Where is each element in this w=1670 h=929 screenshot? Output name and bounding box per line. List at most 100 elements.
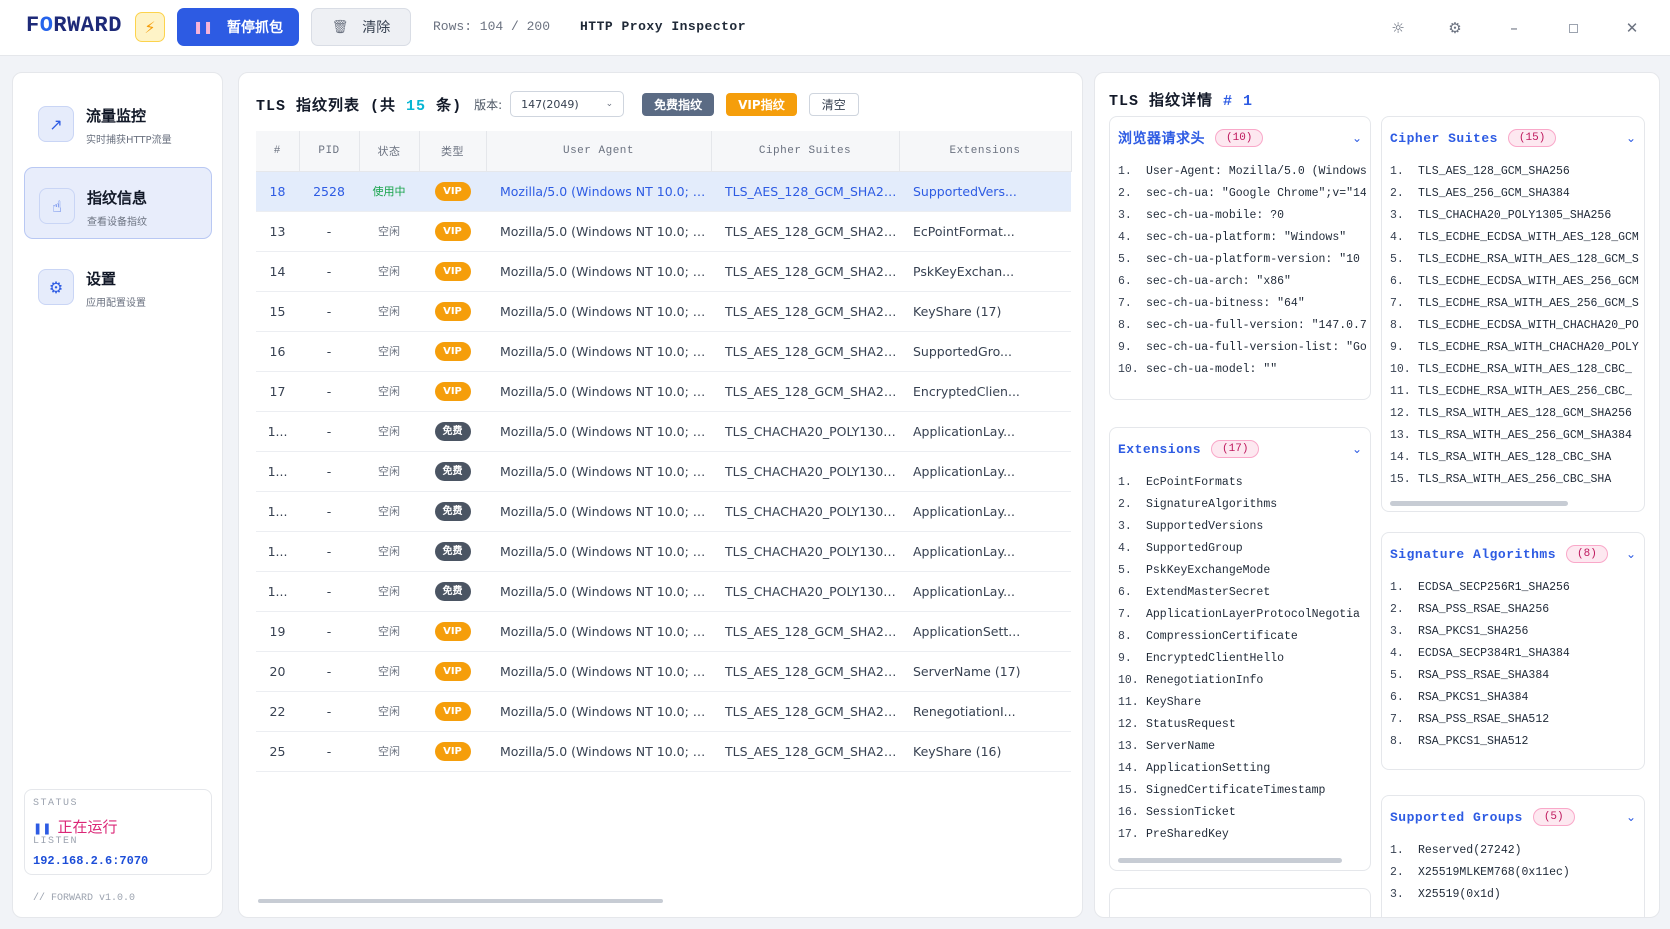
close-button[interactable]: ✕: [1620, 16, 1644, 40]
list-item: 6. sec-ch-ua-arch: "x86": [1118, 271, 1366, 293]
sidebar-item-traffic[interactable]: ↗ 流量监控 实时捕获HTTP流量: [24, 86, 212, 158]
cell-pid: -: [299, 411, 359, 452]
minimize-button[interactable]: –: [1502, 16, 1526, 40]
cipher-suites-card: Cipher Suites (15) ⌄ 1. TLS_AES_128_GCM_S…: [1381, 116, 1645, 512]
sidebar-item-subtitle: 实时捕获HTTP流量: [86, 135, 172, 146]
table-row[interactable]: 17- 空闲 VIP Mozilla/5.0 (Windows NT 10.0; Wi…: [256, 371, 1071, 412]
table-row[interactable]: 14- 空闲 VIP Mozilla/5.0 (Windows NT 10.0; Wi…: [256, 251, 1071, 292]
cipher-suites-card-header[interactable]: Cipher Suites (15) ⌄: [1390, 127, 1636, 149]
list-item: 3. X25519(0x1d): [1390, 884, 1640, 906]
collapsed-card[interactable]: [1109, 888, 1371, 917]
column-header-user-agent[interactable]: User Agent: [486, 131, 712, 172]
column-header-extensions[interactable]: Extensions: [899, 131, 1072, 172]
column-header-cipher-suites[interactable]: Cipher Suites: [711, 131, 900, 172]
pause-capture-button[interactable]: ❚❚ 暂停抓包: [177, 8, 299, 46]
list-item-text: TLS_ECDHE_ECDSA_WITH_CHACHA20_PO: [1418, 319, 1639, 332]
cell-cipher-suites: TLS_AES_128_GCM_SHA256 ...: [711, 691, 899, 732]
type-badge: VIP: [434, 621, 471, 641]
fingerprint-icon: ☝: [39, 188, 75, 224]
gear-icon: ⚙: [38, 269, 74, 305]
list-item: 10. sec-ch-ua-model: "": [1118, 359, 1366, 381]
extensions-card-header[interactable]: Extensions (17) ⌄: [1118, 438, 1362, 460]
signature-algorithms-card-header[interactable]: Signature Algorithms (8) ⌄: [1390, 543, 1636, 565]
list-item-text: TLS_ECDHE_RSA_WITH_AES_128_CBC_: [1418, 363, 1632, 376]
table-row[interactable]: 20- 空闲 VIP Mozilla/5.0 (Windows NT 10.0; Wi…: [256, 651, 1071, 692]
headers-card-header[interactable]: 浏览器请求头 (10) ⌄: [1118, 127, 1362, 149]
detail-title-text: TLS 指纹详情: [1109, 93, 1214, 110]
table-row[interactable]: 16- 空闲 VIP Mozilla/5.0 (Windows NT 10.0; Wi…: [256, 331, 1071, 372]
quick-action-button[interactable]: ⚡: [135, 12, 165, 42]
chevron-down-icon: ⌄: [1351, 442, 1362, 456]
sidebar: ↗ 流量监控 实时捕获HTTP流量 ☝ 指纹信息 查看设备指纹 ⚙ 设置 应用配…: [12, 72, 223, 918]
table-row[interactable]: 1... - 空闲 免费 Mozilla/5.0 (Windows NT 10.0; W…: [256, 491, 1071, 532]
list-item: 15. SignedCertificateTimestamp: [1118, 780, 1366, 802]
list-item-number: 6.: [1118, 275, 1132, 288]
cell-pid: 2528: [299, 171, 359, 212]
clear-button[interactable]: 🗑 清除: [311, 8, 411, 46]
table-row[interactable]: 13- 空闲 VIP Mozilla/5.0 (Windows NT 10.0; Wi…: [256, 211, 1071, 252]
list-item-number: 2.: [1390, 603, 1404, 616]
version-select-value: 147(2049): [521, 97, 579, 111]
table-row[interactable]: 18 2528 使用中 VIP Mozilla/5.0 (Windows NT 10.0…: [256, 171, 1071, 212]
list-item-number: 7.: [1118, 608, 1132, 621]
type-badge: 免费: [434, 421, 471, 441]
table-row[interactable]: 15- 空闲 VIP Mozilla/5.0 (Windows NT 10.0; Wi…: [256, 291, 1071, 332]
column-header-state[interactable]: 状态: [359, 131, 420, 172]
cell-pid: -: [299, 731, 359, 772]
table-row[interactable]: 1... - 空闲 免费 Mozilla/5.0 (Windows NT 10.0; W…: [256, 451, 1071, 492]
cipher-suites-scrollbar[interactable]: [1390, 501, 1568, 506]
list-item: 8. sec-ch-ua-full-version: "147.0.7: [1118, 315, 1366, 337]
version-select[interactable]: 147(2049) ⌄: [510, 91, 625, 117]
column-header-pid[interactable]: PID: [299, 131, 360, 172]
list-item-text: RSA_PKCS1_SHA256: [1418, 625, 1529, 638]
cell-pid: -: [299, 611, 359, 652]
free-fingerprint-button[interactable]: 免费指纹: [642, 92, 715, 116]
clear-list-button[interactable]: 清空: [808, 92, 859, 116]
type-badge: VIP: [434, 181, 471, 201]
table-row[interactable]: 1... - 空闲 免费 Mozilla/5.0 (Windows NT 10.0; W…: [256, 571, 1071, 612]
table-row[interactable]: 22- 空闲 VIP Mozilla/5.0 (Windows NT 10.0; Wi…: [256, 691, 1071, 732]
horizontal-scrollbar[interactable]: [258, 899, 663, 903]
fingerprint-detail-panel: TLS 指纹详情 # 1 浏览器请求头 (10) ⌄ 1. User-Agent:…: [1094, 72, 1660, 918]
list-item-text: TLS_RSA_WITH_AES_128_GCM_SHA256: [1418, 407, 1632, 420]
cell-type: 免费: [419, 411, 486, 452]
cell-pid: -: [299, 491, 359, 532]
table-row[interactable]: 25- 空闲 VIP Mozilla/5.0 (Windows NT 10.0; Wi…: [256, 731, 1071, 772]
list-item: 2. RSA_PSS_RSAE_SHA256: [1390, 599, 1640, 621]
sidebar-item-fingerprint[interactable]: ☝ 指纹信息 查看设备指纹: [24, 167, 212, 239]
cell-user-agent: Mozilla/5.0 (Windows NT 10.0; Win...: [486, 491, 711, 532]
list-item: 13. ServerName: [1118, 736, 1366, 758]
list-item-number: 15.: [1118, 784, 1139, 797]
theme-toggle-button[interactable]: ☼: [1386, 16, 1410, 40]
maximize-button[interactable]: [1561, 16, 1585, 40]
list-item: 7. sec-ch-ua-bitness: "64": [1118, 293, 1366, 315]
chevron-down-icon: ⌄: [1625, 547, 1636, 561]
vip-fingerprint-button[interactable]: VIP指纹: [726, 92, 797, 116]
list-item-text: StatusRequest: [1146, 718, 1236, 731]
list-item: 12. StatusRequest: [1118, 714, 1366, 736]
settings-button[interactable]: ⚙: [1443, 16, 1467, 40]
listen-address: 192.168.2.6:7070: [33, 854, 149, 868]
column-header-type[interactable]: 类型: [419, 131, 487, 172]
fingerprint-list-panel: TLS 指纹列表 (共 15 条) 版本: 147(2049) ⌄ 免费指纹 V…: [238, 72, 1083, 918]
cell-cipher-suites: TLS_CHACHA20_POLY1305_...: [711, 531, 899, 572]
headers-card-count: (10): [1215, 129, 1264, 147]
cell-user-agent: Mozilla/5.0 (Windows NT 10.0; Win...: [486, 651, 711, 692]
supported-groups-card-header[interactable]: Supported Groups (5) ⌄: [1390, 806, 1636, 828]
column-header-index[interactable]: #: [256, 131, 300, 172]
table-row[interactable]: 1... - 空闲 免费 Mozilla/5.0 (Windows NT 10.0; W…: [256, 531, 1071, 572]
rows-counter: Rows: 104 / 200: [433, 19, 551, 34]
table-row[interactable]: 19- 空闲 VIP Mozilla/5.0 (Windows NT 10.0; Wi…: [256, 611, 1071, 652]
cell-type: VIP: [419, 691, 486, 732]
cell-user-agent: Mozilla/5.0 (Windows NT 10.0; Win...: [486, 371, 711, 412]
cell-state: 空闲: [359, 291, 419, 332]
pause-icon: ❚❚: [192, 20, 214, 34]
cell-user-agent: Mozilla/5.0 (Windows NT 10.0; Win...: [486, 611, 711, 652]
table-row[interactable]: 1... - 空闲 免费 Mozilla/5.0 (Windows NT 10.0; W…: [256, 411, 1071, 452]
cell-cipher-suites: TLS_CHACHA20_POLY1305_...: [711, 491, 899, 532]
extensions-scrollbar[interactable]: [1118, 858, 1342, 863]
supported-groups-card-count: (5): [1532, 808, 1575, 826]
cell-cipher-suites: TLS_AES_128_GCM_SHA256 ...: [711, 611, 899, 652]
sidebar-item-settings[interactable]: ⚙ 设置 应用配置设置: [24, 249, 212, 321]
list-item: 4. TLS_ECDHE_ECDSA_WITH_AES_128_GCM: [1390, 227, 1640, 249]
